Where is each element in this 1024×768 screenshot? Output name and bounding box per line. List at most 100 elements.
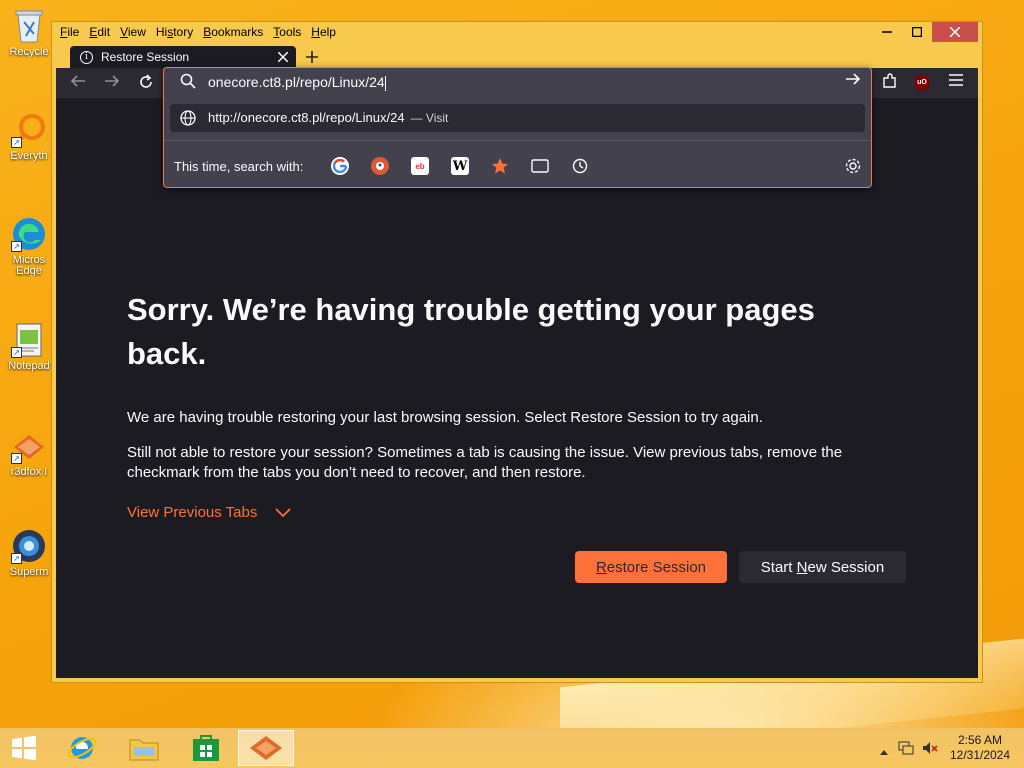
panel-divider <box>164 140 871 141</box>
gear-icon <box>845 158 861 174</box>
app-menu-button[interactable] <box>949 73 963 90</box>
ebay-icon[interactable]: eb <box>411 157 429 175</box>
globe-icon <box>180 110 196 131</box>
hamburger-icon <box>949 74 963 86</box>
shortcut-arrow-icon: ↗ <box>11 453 22 464</box>
shortcut-arrow-icon: ↗ <box>11 137 22 148</box>
view-previous-tabs-toggle[interactable]: View Previous Tabs <box>127 504 291 521</box>
menu-tools[interactable]: Tools <box>273 25 301 39</box>
history-clock-icon[interactable] <box>571 157 589 175</box>
taskbar-internet-explorer[interactable] <box>54 730 110 766</box>
menu-bookmarks[interactable]: Bookmarks <box>203 25 263 39</box>
text-caret <box>384 75 386 91</box>
reload-icon <box>140 74 152 88</box>
page-message-2: Still not able to restore your session? … <box>127 444 843 481</box>
tabs-icon[interactable] <box>531 157 549 175</box>
puzzle-icon <box>883 73 896 88</box>
back-button[interactable] <box>70 74 86 93</box>
tab-title: Restore Session <box>101 50 190 64</box>
desktop-icon-supermium[interactable]: ↗ Superm <box>4 528 54 578</box>
desktop-icon-label: Superm <box>9 566 49 578</box>
plus-icon <box>306 51 318 63</box>
store-icon <box>193 735 219 761</box>
clock-time: 2:56 AM <box>957 733 1003 747</box>
start-button[interactable] <box>0 730 48 766</box>
start-new-session-label: Start New Session <box>760 558 885 576</box>
menu-file[interactable]: File <box>60 25 79 39</box>
url-value: onecore.ct8.pl/repo/Linux/24 <box>208 74 385 90</box>
forward-button[interactable] <box>104 74 120 93</box>
menu-bar: File Edit View History Bookmarks Tools H… <box>60 25 336 39</box>
url-input[interactable]: onecore.ct8.pl/repo/Linux/24 <box>208 74 386 91</box>
network-icon <box>898 741 914 755</box>
bookmarks-star-icon[interactable] <box>491 157 509 175</box>
folder-icon <box>129 739 159 761</box>
search-icon <box>180 73 196 94</box>
forward-arrow-icon <box>105 75 120 87</box>
close-window-button[interactable] <box>932 22 978 42</box>
taskbar-clock[interactable]: 2:56 AM 12/31/2024 <box>948 733 1012 763</box>
menu-history[interactable]: History <box>156 25 193 39</box>
desktop-icon-edge[interactable]: ↗ Micros Edge <box>4 216 54 277</box>
page-title: Sorry. We’re having trouble getting your… <box>127 292 815 371</box>
new-tab-button[interactable] <box>306 46 318 68</box>
tab-restore-session[interactable]: i Restore Session <box>70 46 296 68</box>
desktop-icon-everything[interactable]: ↗ Everyth <box>4 112 54 162</box>
desktop-icon-label-line2: Edge <box>16 265 42 277</box>
ublock-origin-icon[interactable]: uO <box>915 76 929 90</box>
desktop-icon-notepad[interactable]: ↗ Notepad <box>4 322 54 372</box>
everything-search-icon: ↗ <box>11 112 47 148</box>
reload-button[interactable] <box>138 74 154 95</box>
taskbar-file-explorer[interactable] <box>116 730 172 766</box>
back-arrow-icon <box>70 75 85 87</box>
desktop-icon-recycle-bin[interactable]: Recycle <box>4 8 54 58</box>
edge-icon: ↗ <box>11 216 47 252</box>
network-tray-button[interactable] <box>898 740 914 761</box>
extensions-button[interactable] <box>882 73 898 93</box>
search-engines-row: This time, search with: eb W <box>174 157 864 177</box>
desktop-icon-label: Recycle <box>9 46 49 58</box>
page-message-1: We are having trouble restoring your las… <box>127 409 763 426</box>
volume-tray-button[interactable] <box>922 740 938 761</box>
close-icon <box>950 27 960 37</box>
r3dfox-icon <box>250 736 282 760</box>
shortcut-arrow-icon: ↗ <box>11 347 22 358</box>
windows-logo-icon <box>12 735 36 761</box>
clock-date: 12/31/2024 <box>949 748 1011 762</box>
shortcut-arrow-icon: ↗ <box>11 241 22 252</box>
restore-session-label: Restore Session <box>595 558 707 576</box>
tab-strip: i Restore Session <box>56 46 978 68</box>
menu-edit[interactable]: Edit <box>89 25 110 39</box>
desktop-icon-r3dfox[interactable]: ↗ r3dfox I <box>4 428 54 478</box>
taskbar: 2:56 AM 12/31/2024 <box>0 728 1024 768</box>
window-controls <box>872 22 978 42</box>
view-previous-tabs-label: View Previous Tabs <box>127 504 258 521</box>
urlbar-dropdown: onecore.ct8.pl/repo/Linux/24 http://onec… <box>163 67 872 188</box>
menu-help[interactable]: Help <box>311 25 336 39</box>
suggestion-action: — Visit <box>410 111 449 125</box>
r3dfox-icon: ↗ <box>11 428 47 464</box>
supermium-icon: ↗ <box>11 528 47 564</box>
desktop-icon-label: r3dfox I <box>10 466 48 478</box>
internet-explorer-icon <box>67 737 97 759</box>
notepad-icon: ↗ <box>11 322 47 358</box>
maximize-button[interactable] <box>902 22 932 42</box>
desktop-icon-label: Everyth <box>10 150 48 162</box>
go-arrow-icon <box>846 73 861 85</box>
url-suggestion-row[interactable]: http://onecore.ct8.pl/repo/Linux/24 — Vis… <box>170 104 865 132</box>
taskbar-store[interactable] <box>178 730 234 766</box>
google-icon[interactable] <box>331 157 349 175</box>
duckduckgo-icon[interactable] <box>371 157 389 175</box>
wikipedia-icon[interactable]: W <box>451 157 469 175</box>
start-new-session-button[interactable]: Start New Session <box>739 551 906 583</box>
tab-close-button[interactable] <box>277 49 289 65</box>
search-settings-button[interactable] <box>844 157 862 180</box>
taskbar-r3dfox[interactable] <box>238 730 294 766</box>
show-hidden-icons-button[interactable] <box>880 742 888 760</box>
minimize-button[interactable] <box>872 22 902 42</box>
menu-view[interactable]: View <box>120 25 146 39</box>
desktop-icon-label: Notepad <box>8 360 50 372</box>
restore-session-button[interactable]: Restore Session <box>575 551 727 583</box>
go-button[interactable] <box>845 71 861 91</box>
maximize-icon <box>912 27 922 37</box>
